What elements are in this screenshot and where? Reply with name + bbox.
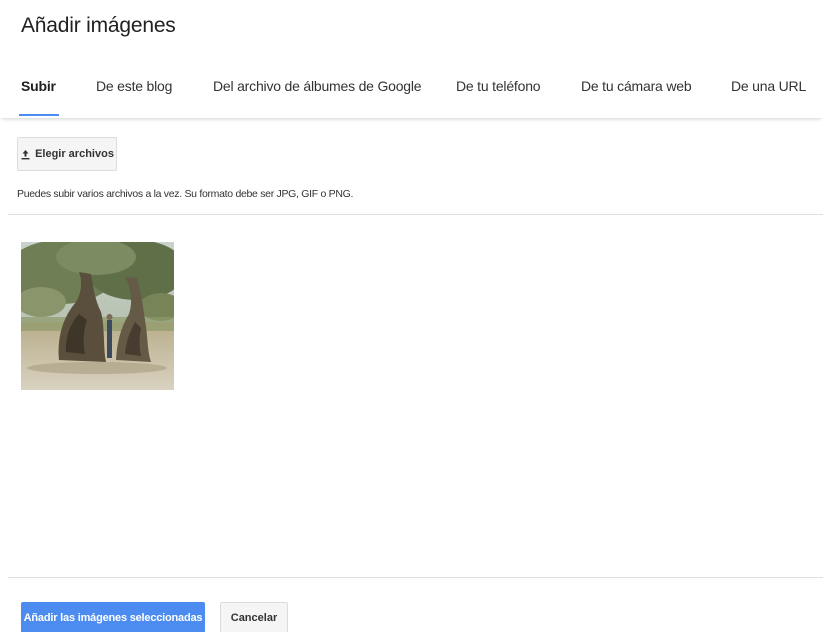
tab-archivo-albumes-google[interactable]: Del archivo de álbumes de Google <box>213 78 422 94</box>
tab-bar: Subir De este blog Del archivo de álbume… <box>0 70 823 118</box>
divider <box>8 577 823 578</box>
add-images-dialog: Añadir imágenes Subir De este blog Del a… <box>0 0 823 632</box>
upload-icon <box>20 149 31 160</box>
tab-de-una-url[interactable]: De una URL <box>731 78 806 94</box>
divider <box>8 214 823 215</box>
tab-de-tu-telefono[interactable]: De tu teléfono <box>456 78 541 94</box>
choose-files-label: Elegir archivos <box>35 148 114 160</box>
dialog-title: Añadir imágenes <box>21 14 176 37</box>
upload-hint: Puedes subir varios archivos a la vez. S… <box>17 188 354 200</box>
choose-files-button[interactable]: Elegir archivos <box>17 137 117 171</box>
tab-subir[interactable]: Subir <box>21 78 56 94</box>
add-selected-images-button[interactable]: Añadir las imágenes seleccionadas <box>21 602 205 632</box>
uploaded-image-thumbnail[interactable] <box>21 242 174 390</box>
tab-de-tu-camara-web[interactable]: De tu cámara web <box>581 78 692 94</box>
tab-de-este-blog[interactable]: De este blog <box>96 78 172 94</box>
active-tab-indicator <box>19 114 59 116</box>
cancel-button[interactable]: Cancelar <box>220 602 288 632</box>
